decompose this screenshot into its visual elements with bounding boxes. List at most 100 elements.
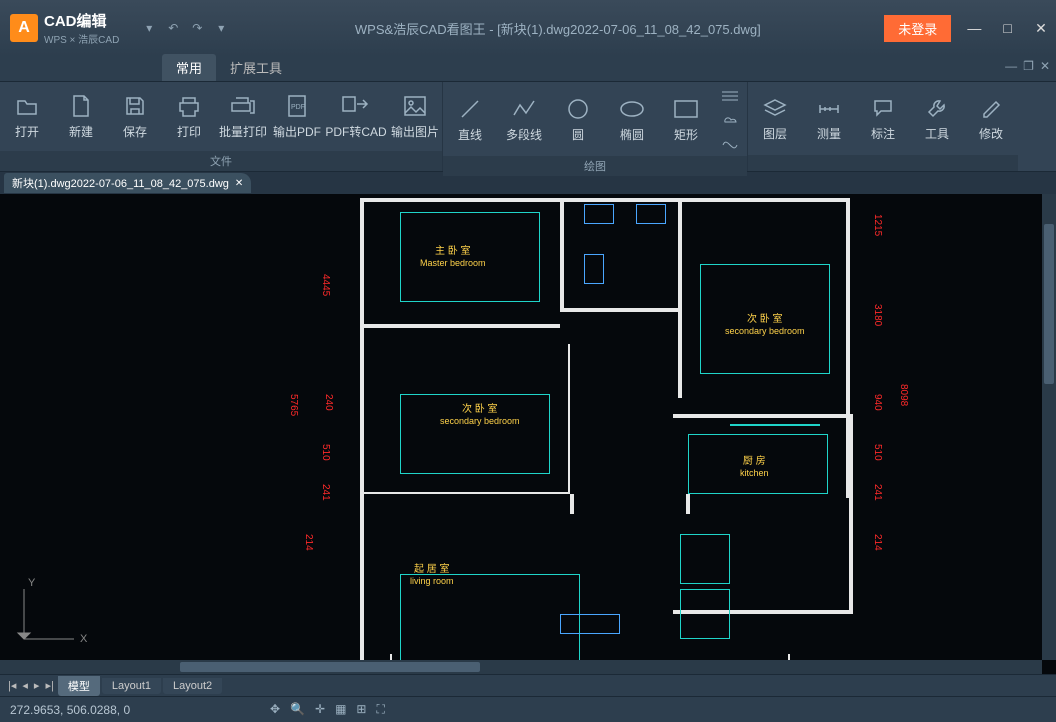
annotate-button[interactable]: 标注 xyxy=(856,95,910,142)
app-subtitle: WPS × 浩辰CAD xyxy=(44,31,119,46)
login-button[interactable]: 未登录 xyxy=(884,15,951,42)
export-pdf-button[interactable]: PDF 输出PDF xyxy=(270,93,324,140)
spline-icon[interactable] xyxy=(719,132,741,152)
pdf-to-cad-button[interactable]: PDF转CAD xyxy=(324,93,388,140)
svg-text:PDF: PDF xyxy=(291,104,305,111)
dim-10: 510 xyxy=(872,444,883,461)
label-kitchen-en: kitchen xyxy=(740,468,769,479)
draw-extra-column xyxy=(713,82,747,156)
vscroll-thumb[interactable] xyxy=(1044,224,1054,384)
polyline-button[interactable]: 多段线 xyxy=(497,96,551,143)
group-right-label xyxy=(748,155,1018,171)
grid-icon[interactable]: ▦ xyxy=(335,702,346,717)
hscroll-thumb[interactable] xyxy=(180,662,480,672)
document-tab-close-icon[interactable]: ✕ xyxy=(235,178,243,189)
pan-icon[interactable]: ✥ xyxy=(270,702,280,717)
layout-prev-icon[interactable]: ◂ xyxy=(20,679,30,692)
drawing-canvas[interactable]: 主 卧 室Master bedroom 次 卧 室secondary bedro… xyxy=(0,194,1056,674)
layout-next-icon[interactable]: ▸ xyxy=(32,679,42,692)
mdi-close-icon[interactable]: ✕ xyxy=(1040,59,1050,73)
label-sec2-en: secondary bedroom xyxy=(440,416,520,427)
ribbon-group-file: 打开 新建 保存 打印 批量打印 PDF 输出PDF PDF转CAD 输出图片 文… xyxy=(0,82,443,171)
mdi-child-controls: — ❐ ✕ xyxy=(1005,59,1050,73)
pdf-to-cad-label: PDF转CAD xyxy=(325,123,386,140)
batch-print-button[interactable]: 批量打印 xyxy=(216,93,270,140)
status-toggles: ✥ 🔍 ✛ ▦ ⊞ ⛶ xyxy=(270,702,385,717)
app-title: CAD编辑 xyxy=(44,10,119,31)
title-bar: A CAD编辑 WPS × 浩辰CAD ▾ ↶ ↷ ▾ WPS&浩辰CAD看图王… xyxy=(0,0,1056,56)
window-controls: — □ ✕ xyxy=(959,20,1056,37)
layout-bar: |◂ ◂ ▸ ▸| 模型 Layout1 Layout2 xyxy=(0,674,1056,696)
export-image-button[interactable]: 输出图片 xyxy=(388,93,442,140)
dim-5: 241 xyxy=(320,484,331,501)
save-button[interactable]: 保存 xyxy=(108,93,162,140)
layout-first-icon[interactable]: |◂ xyxy=(6,679,18,692)
hatch-icon[interactable] xyxy=(719,86,741,106)
layer-label: 图层 xyxy=(763,125,787,142)
dim-11: 241 xyxy=(872,484,883,501)
close-button[interactable]: ✕ xyxy=(1026,20,1056,37)
layout-tab-1[interactable]: Layout1 xyxy=(102,678,161,694)
minimize-button[interactable]: — xyxy=(959,20,989,36)
vertical-scrollbar[interactable] xyxy=(1042,194,1056,660)
tools-button[interactable]: 工具 xyxy=(910,95,964,142)
redo-icon[interactable]: ↷ xyxy=(187,18,207,38)
dim-3: 240 xyxy=(323,394,334,411)
tab-common[interactable]: 常用 xyxy=(162,54,216,81)
circle-button[interactable]: 圆 xyxy=(551,96,605,143)
dim-0: 4445 xyxy=(320,274,331,296)
floor-plan: 主 卧 室Master bedroom 次 卧 室secondary bedro… xyxy=(0,194,1056,674)
coordinate-readout: 272.9653, 506.0288, 0 xyxy=(10,703,130,717)
line-label: 直线 xyxy=(458,126,482,143)
ortho-icon[interactable]: ⊞ xyxy=(356,702,366,717)
ucs-y-label: Y xyxy=(28,577,35,589)
snap-icon[interactable]: ✛ xyxy=(315,702,325,717)
maximize-button[interactable]: □ xyxy=(993,20,1023,36)
ribbon-tabstrip: 常用 扩展工具 — ❐ ✕ xyxy=(0,56,1056,82)
qat-more-icon[interactable]: ▾ xyxy=(211,18,231,38)
label-living-cn: 起 居 室 xyxy=(414,564,450,575)
mdi-minimize-icon[interactable]: — xyxy=(1005,59,1017,73)
ribbon-group-draw: 直线 多段线 圆 椭圆 矩形 绘图 xyxy=(443,82,748,171)
layout-last-icon[interactable]: ▸| xyxy=(43,679,55,692)
group-file-label: 文件 xyxy=(0,151,442,171)
qat-menu-icon[interactable]: ▾ xyxy=(139,18,159,38)
group-draw-label: 绘图 xyxy=(443,156,747,176)
export-pdf-label: 输出PDF xyxy=(273,123,321,140)
zoom-window-icon[interactable]: 🔍 xyxy=(290,702,305,717)
label-living-en: living room xyxy=(410,576,454,587)
titlebar-right: 未登录 — □ ✕ xyxy=(884,15,1056,42)
new-label: 新建 xyxy=(69,123,93,140)
open-button[interactable]: 打开 xyxy=(0,93,54,140)
rect-label: 矩形 xyxy=(674,126,698,143)
ellipse-label: 椭圆 xyxy=(620,126,644,143)
layout-tab-model[interactable]: 模型 xyxy=(58,676,100,696)
label-master-en: Master bedroom xyxy=(420,258,486,269)
print-button[interactable]: 打印 xyxy=(162,93,216,140)
cloud-icon[interactable] xyxy=(719,109,741,129)
rect-button[interactable]: 矩形 xyxy=(659,96,713,143)
measure-label: 测量 xyxy=(817,125,841,142)
label-kitchen-cn: 厨 房 xyxy=(743,456,766,467)
line-button[interactable]: 直线 xyxy=(443,96,497,143)
layout-tab-2[interactable]: Layout2 xyxy=(163,678,222,694)
ucs-x-label: X xyxy=(80,633,87,645)
ribbon: 打开 新建 保存 打印 批量打印 PDF 输出PDF PDF转CAD 输出图片 文… xyxy=(0,82,1056,172)
measure-button[interactable]: 测量 xyxy=(802,95,856,142)
ellipse-button[interactable]: 椭圆 xyxy=(605,96,659,143)
tab-extensions[interactable]: 扩展工具 xyxy=(216,54,296,81)
layer-button[interactable]: 图层 xyxy=(748,95,802,142)
label-sec2-cn: 次 卧 室 xyxy=(462,404,498,415)
new-button[interactable]: 新建 xyxy=(54,93,108,140)
fullscreen-icon[interactable]: ⛶ xyxy=(376,702,384,717)
document-tab[interactable]: 新块(1).dwg2022-07-06_11_08_42_075.dwg ✕ xyxy=(4,173,251,193)
save-label: 保存 xyxy=(123,123,147,140)
horizontal-scrollbar[interactable] xyxy=(0,660,1042,674)
dim-8: 8098 xyxy=(898,384,909,406)
mdi-restore-icon[interactable]: ❐ xyxy=(1023,59,1034,73)
dim-9: 940 xyxy=(872,394,883,411)
tools-label: 工具 xyxy=(925,125,949,142)
undo-icon[interactable]: ↶ xyxy=(163,18,183,38)
ucs-indicator: X Y xyxy=(14,581,84,654)
modify-button[interactable]: 修改 xyxy=(964,95,1018,142)
